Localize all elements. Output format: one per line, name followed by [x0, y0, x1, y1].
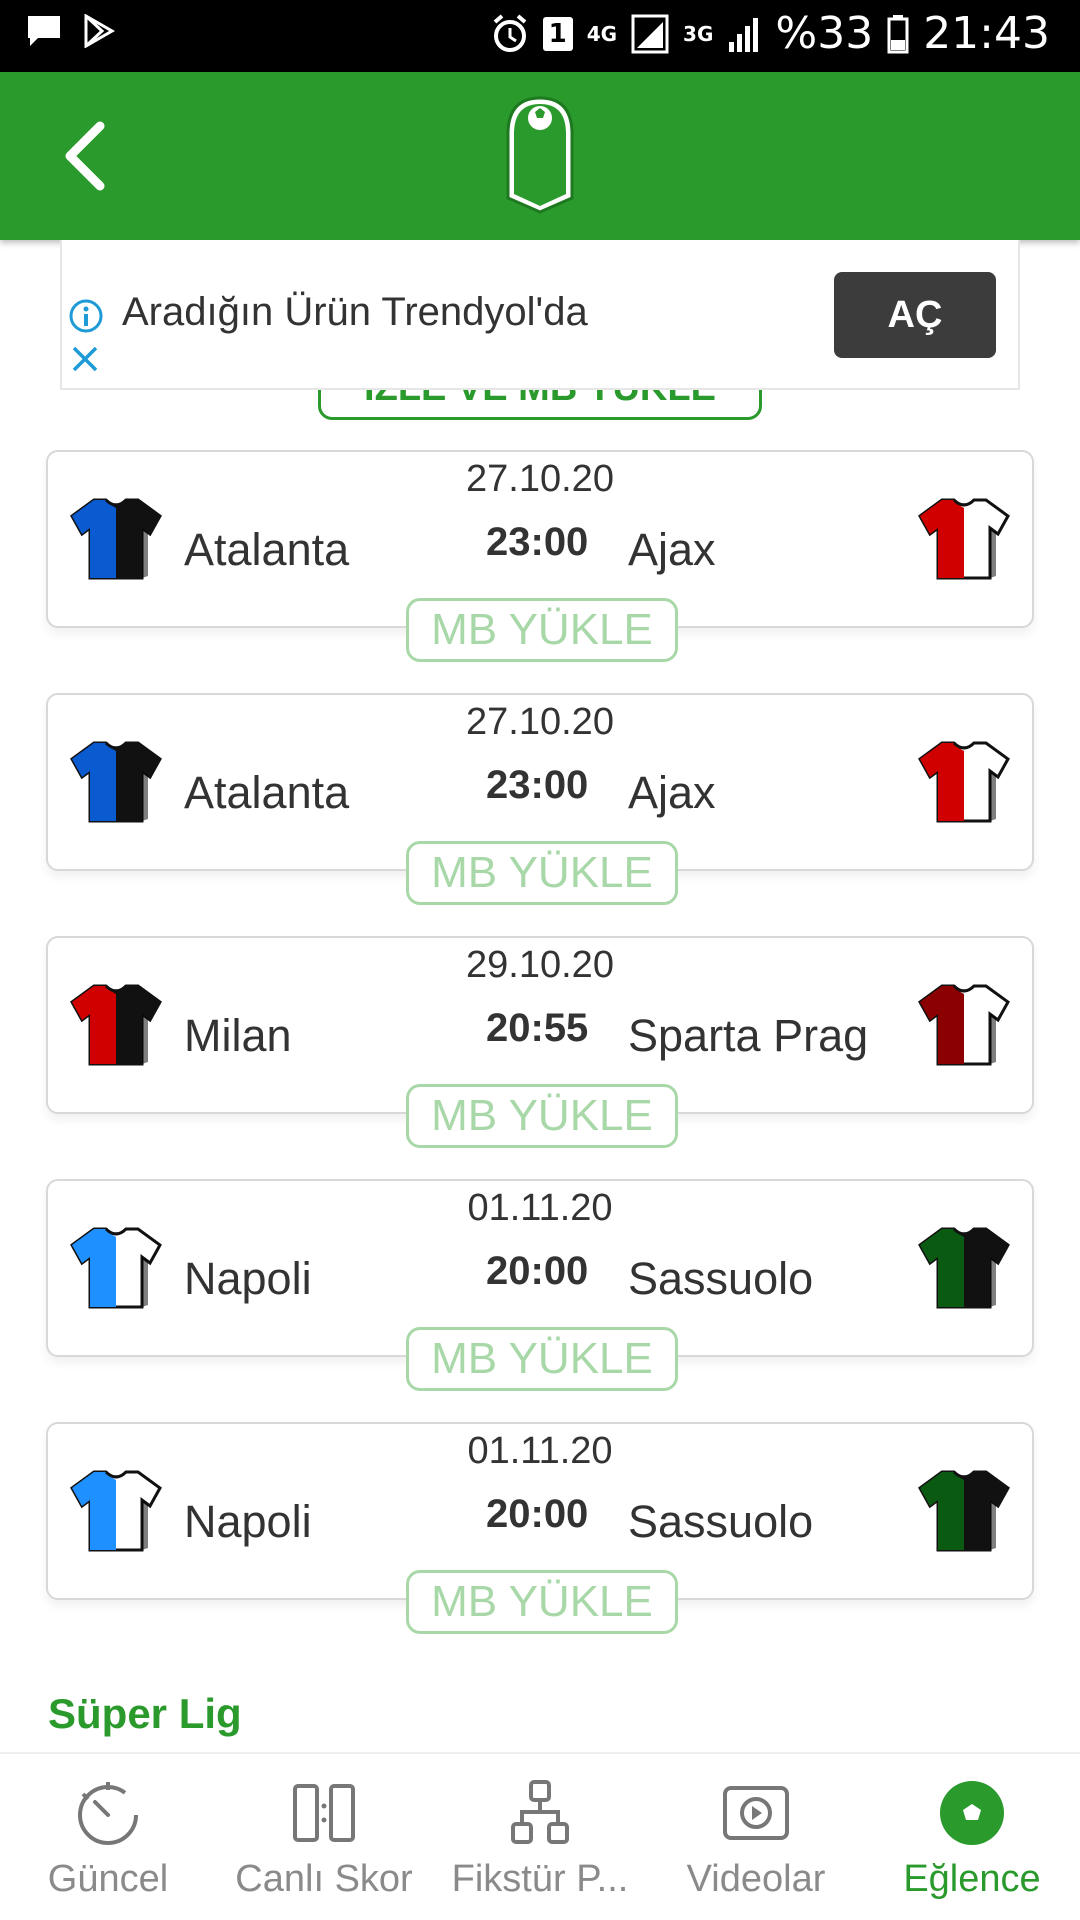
- video-play-icon: [723, 1786, 789, 1840]
- match-date: 01.11.20: [467, 1430, 613, 1472]
- home-team-name: Atalanta: [184, 767, 350, 818]
- match-time: 20:55: [486, 1006, 589, 1050]
- match-date: 29.10.20: [466, 944, 614, 986]
- battery-icon: [887, 14, 909, 53]
- match-time: 20:00: [486, 1249, 589, 1293]
- home-team-name: Napoli: [184, 1496, 312, 1547]
- bottom-navigation: Güncel Canlı Skor Fikstür P... Videolar …: [0, 1752, 1080, 1920]
- section-title-super-lig: Süper Lig: [48, 1690, 242, 1737]
- back-arrow-icon[interactable]: [52, 116, 132, 196]
- signal-icon: [631, 14, 669, 53]
- away-team-name: Sparta Prag: [628, 1010, 869, 1061]
- away-jersey-icon: [918, 741, 1010, 823]
- match-date: 27.10.20: [466, 458, 614, 500]
- away-team-name: Ajax: [628, 767, 716, 818]
- network-4g-label: 4G: [586, 21, 618, 46]
- ad-banner[interactable]: Aradığın Ürün Trendyol'da AÇ: [60, 240, 1020, 390]
- match-card[interactable]: 29.10.20 Milan 20:55 Sparta Prag MB YÜKL…: [46, 936, 1034, 1148]
- home-jersey-icon: [70, 1470, 162, 1552]
- away-jersey-icon: [918, 1470, 1010, 1552]
- clock-icon: [78, 1782, 138, 1845]
- nav-item-fikstur[interactable]: Fikstür P...: [432, 1754, 648, 1920]
- match-time: 20:00: [486, 1492, 589, 1536]
- nav-label: Güncel: [47, 1858, 169, 1900]
- match-date: 01.11.20: [467, 1187, 613, 1229]
- match-card[interactable]: 01.11.20 Napoli 20:00 Sassuolo MB YÜKLE: [46, 1179, 1034, 1391]
- home-jersey-icon: [70, 1227, 162, 1309]
- away-jersey-icon: [918, 498, 1010, 580]
- nav-item-videolar[interactable]: Videolar: [648, 1754, 864, 1920]
- soccer-ball-icon: [940, 1781, 1004, 1845]
- mb-load-button[interactable]: MB YÜKLE: [406, 1327, 678, 1391]
- away-jersey-icon: [918, 1227, 1010, 1309]
- nav-label: Canlı Skor: [235, 1858, 413, 1900]
- ad-text: Aradığın Ürün Trendyol'da: [122, 290, 588, 334]
- network-3g-label: 3G: [683, 21, 714, 46]
- home-team-name: Atalanta: [184, 524, 350, 575]
- match-card[interactable]: 27.10.20 Atalanta 23:00 Ajax MB YÜKLE: [46, 693, 1034, 905]
- signal-bars-icon: [729, 17, 759, 52]
- ad-open-button[interactable]: AÇ: [834, 272, 996, 358]
- nav-item-eglence[interactable]: Eğlence: [864, 1754, 1080, 1920]
- away-team-name: Sassuolo: [628, 1496, 814, 1547]
- mb-load-button[interactable]: MB YÜKLE: [406, 1084, 678, 1148]
- home-jersey-icon: [70, 984, 162, 1066]
- message-icon: [28, 16, 60, 46]
- app-bar: [0, 72, 1080, 240]
- ad-info-icon[interactable]: [68, 298, 104, 334]
- battery-percent: %33: [775, 8, 874, 59]
- play-store-icon: [84, 14, 116, 48]
- mb-load-button[interactable]: MB YÜKLE: [406, 841, 678, 905]
- nav-item-guncel[interactable]: Güncel: [0, 1754, 216, 1920]
- mb-load-button[interactable]: MB YÜKLE: [406, 1570, 678, 1634]
- away-team-name: Ajax: [628, 524, 716, 575]
- clock-time: 21:43: [923, 8, 1050, 59]
- home-team-name: Napoli: [184, 1253, 312, 1304]
- nav-label: Fikstür P...: [451, 1858, 629, 1900]
- match-date: 27.10.20: [466, 701, 614, 743]
- away-team-name: Sassuolo: [628, 1253, 814, 1304]
- scoreboard-icon: [293, 1784, 355, 1842]
- home-team-name: Milan: [184, 1010, 292, 1061]
- mb-load-button[interactable]: MB YÜKLE: [406, 598, 678, 662]
- fixture-icon: [511, 1780, 569, 1844]
- nav-label: Videolar: [686, 1858, 826, 1900]
- status-bar: 1 4G 3G %33 21:43: [0, 0, 1080, 72]
- nav-item-canli-skor[interactable]: Canlı Skor: [216, 1754, 432, 1920]
- match-card[interactable]: 01.11.20 Napoli 20:00 Sassuolo MB YÜKLE: [46, 1422, 1034, 1634]
- match-card[interactable]: 27.10.20 Atalanta 23:00 Ajax MB YÜKLE: [46, 450, 1034, 662]
- ad-close-icon[interactable]: [70, 344, 100, 374]
- sim-indicator: 1: [542, 16, 573, 51]
- away-jersey-icon: [918, 984, 1010, 1066]
- match-time: 23:00: [486, 763, 589, 807]
- home-jersey-icon: [70, 498, 162, 580]
- goller-cepte-logo: [506, 96, 574, 214]
- nav-label: Eğlence: [903, 1858, 1041, 1900]
- alarm-icon: [493, 13, 527, 52]
- home-jersey-icon: [70, 741, 162, 823]
- match-time: 23:00: [486, 520, 589, 564]
